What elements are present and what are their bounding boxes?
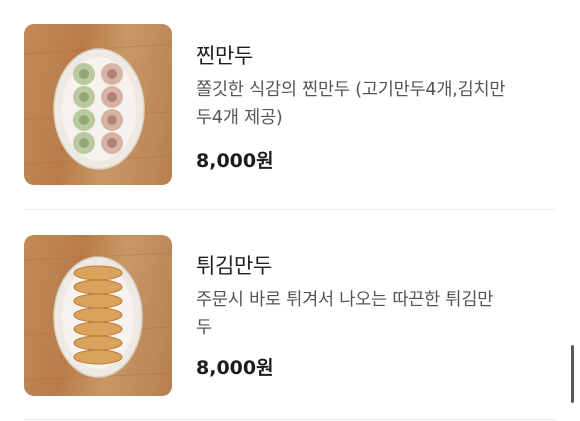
- menu-item-name: 튀김만두: [196, 254, 273, 278]
- divider: [24, 419, 556, 420]
- menu-item-steamed-dumplings[interactable]: 찐만두 쫄깃한 식감의 찐만두 (고기만두4개,김치만 두4개 제공) 8,00…: [0, 0, 580, 210]
- scrollbar[interactable]: [571, 345, 574, 403]
- description-line: 쫄깃한 식감의 찐만두 (고기만두4개,김치만: [196, 80, 506, 100]
- fried-dumplings-photo: [24, 235, 172, 396]
- menu-item-description: 주문시 바로 튀겨서 나오는 따끈한 튀김만 두: [196, 286, 556, 342]
- menu-item-fried-dumplings[interactable]: 튀김만두 주문시 바로 튀겨서 나오는 따끈한 튀김만 두 8,000원: [0, 210, 580, 420]
- steamed-dumplings-photo: [24, 24, 172, 185]
- menu-item-price: 8,000원: [196, 150, 274, 172]
- menu-item-price: 8,000원: [196, 357, 274, 379]
- menu-item-description: 쫄깃한 식감의 찐만두 (고기만두4개,김치만 두4개 제공): [196, 76, 556, 132]
- description-line: 주문시 바로 튀겨서 나오는 따끈한 튀김만: [196, 290, 494, 310]
- description-line: 두4개 제공): [196, 108, 283, 128]
- description-line: 두: [196, 318, 212, 338]
- menu-item-name: 찐만두: [196, 44, 254, 68]
